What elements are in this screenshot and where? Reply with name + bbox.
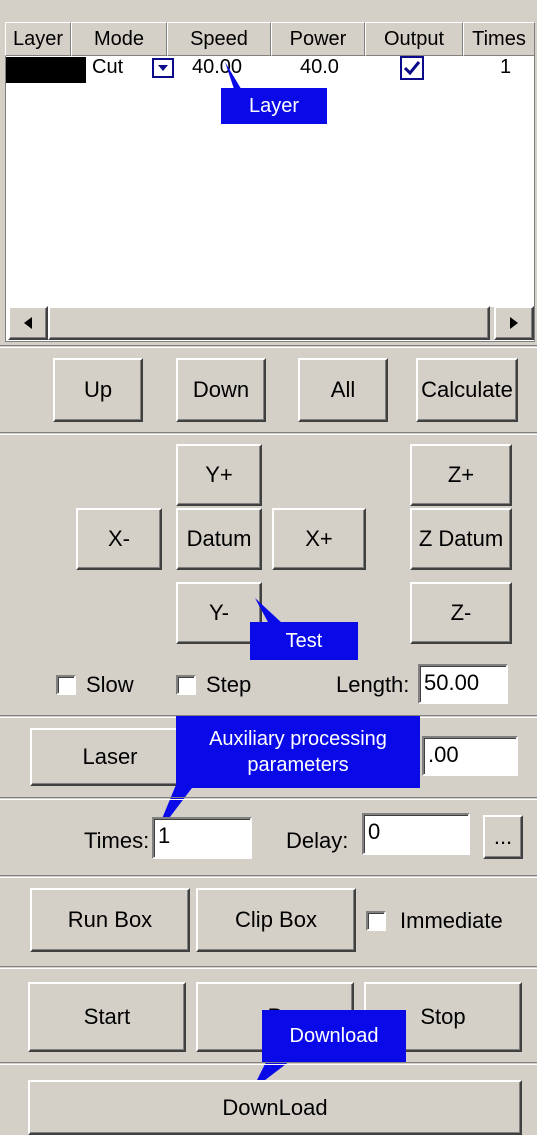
all-button[interactable]: All bbox=[298, 358, 388, 422]
separator bbox=[0, 875, 537, 878]
immediate-label: Immediate bbox=[400, 908, 503, 933]
y-plus-button[interactable]: Y+ bbox=[176, 444, 262, 506]
up-button[interactable]: Up bbox=[53, 358, 143, 422]
scroll-right-button[interactable] bbox=[494, 306, 534, 340]
scroll-thumb[interactable] bbox=[48, 306, 490, 340]
step-label: Step bbox=[206, 672, 252, 697]
separator bbox=[0, 797, 537, 800]
callout-auxiliary: Auxiliary processing parameters bbox=[176, 716, 420, 788]
laser-value-input[interactable]: .00 bbox=[422, 736, 518, 776]
callout-download: Download bbox=[262, 1010, 406, 1062]
times-input[interactable]: 1 bbox=[152, 817, 252, 859]
col-header-layer[interactable]: Layer bbox=[5, 22, 71, 56]
times-label: Times: bbox=[84, 828, 150, 853]
col-header-speed[interactable]: Speed bbox=[167, 22, 271, 56]
length-label: Length: bbox=[336, 672, 410, 697]
z-plus-button[interactable]: Z+ bbox=[410, 444, 512, 506]
more-options-button[interactable]: ... bbox=[483, 815, 523, 859]
z-datum-button[interactable]: Z Datum bbox=[410, 508, 512, 570]
callout-layer: Layer bbox=[221, 88, 327, 124]
col-header-power[interactable]: Power bbox=[271, 22, 365, 56]
callout-test: Test bbox=[250, 622, 358, 660]
slow-label: Slow bbox=[86, 672, 134, 697]
delay-input[interactable]: 0 bbox=[362, 813, 470, 855]
delay-label: Delay: bbox=[286, 828, 349, 853]
immediate-checkbox[interactable] bbox=[366, 911, 386, 931]
col-header-mode[interactable]: Mode bbox=[71, 22, 167, 56]
laser-button[interactable]: Laser bbox=[30, 728, 190, 786]
download-button[interactable]: DownLoad bbox=[28, 1080, 522, 1135]
chevron-down-icon bbox=[158, 65, 168, 71]
col-header-output[interactable]: Output bbox=[365, 22, 463, 56]
start-button[interactable]: Start bbox=[28, 982, 186, 1052]
layer-color-swatch[interactable] bbox=[6, 57, 86, 83]
row-mode[interactable]: Cut bbox=[92, 53, 123, 81]
separator bbox=[0, 966, 537, 969]
col-header-times[interactable]: Times bbox=[463, 22, 535, 56]
datum-button[interactable]: Datum bbox=[176, 508, 262, 570]
separator bbox=[0, 345, 537, 348]
down-button[interactable]: Down bbox=[176, 358, 266, 422]
check-icon bbox=[403, 61, 421, 76]
z-minus-button[interactable]: Z- bbox=[410, 582, 512, 644]
mode-dropdown-button[interactable] bbox=[152, 58, 174, 78]
row-output-checkbox[interactable] bbox=[400, 56, 424, 80]
x-minus-button[interactable]: X- bbox=[76, 508, 162, 570]
separator bbox=[0, 432, 537, 435]
scroll-left-button[interactable] bbox=[8, 306, 48, 340]
arrow-right-icon bbox=[510, 317, 518, 329]
step-checkbox[interactable] bbox=[176, 675, 196, 695]
length-input[interactable]: 50.00 bbox=[418, 664, 508, 704]
run-box-button[interactable]: Run Box bbox=[30, 888, 190, 952]
slow-checkbox[interactable] bbox=[56, 675, 76, 695]
clip-box-button[interactable]: Clip Box bbox=[196, 888, 356, 952]
row-times[interactable]: 1 bbox=[500, 53, 511, 81]
arrow-left-icon bbox=[24, 317, 32, 329]
row-power[interactable]: 40.0 bbox=[300, 53, 339, 81]
calculate-button[interactable]: Calculate bbox=[416, 358, 518, 422]
x-plus-button[interactable]: X+ bbox=[272, 508, 366, 570]
separator bbox=[0, 1062, 537, 1065]
